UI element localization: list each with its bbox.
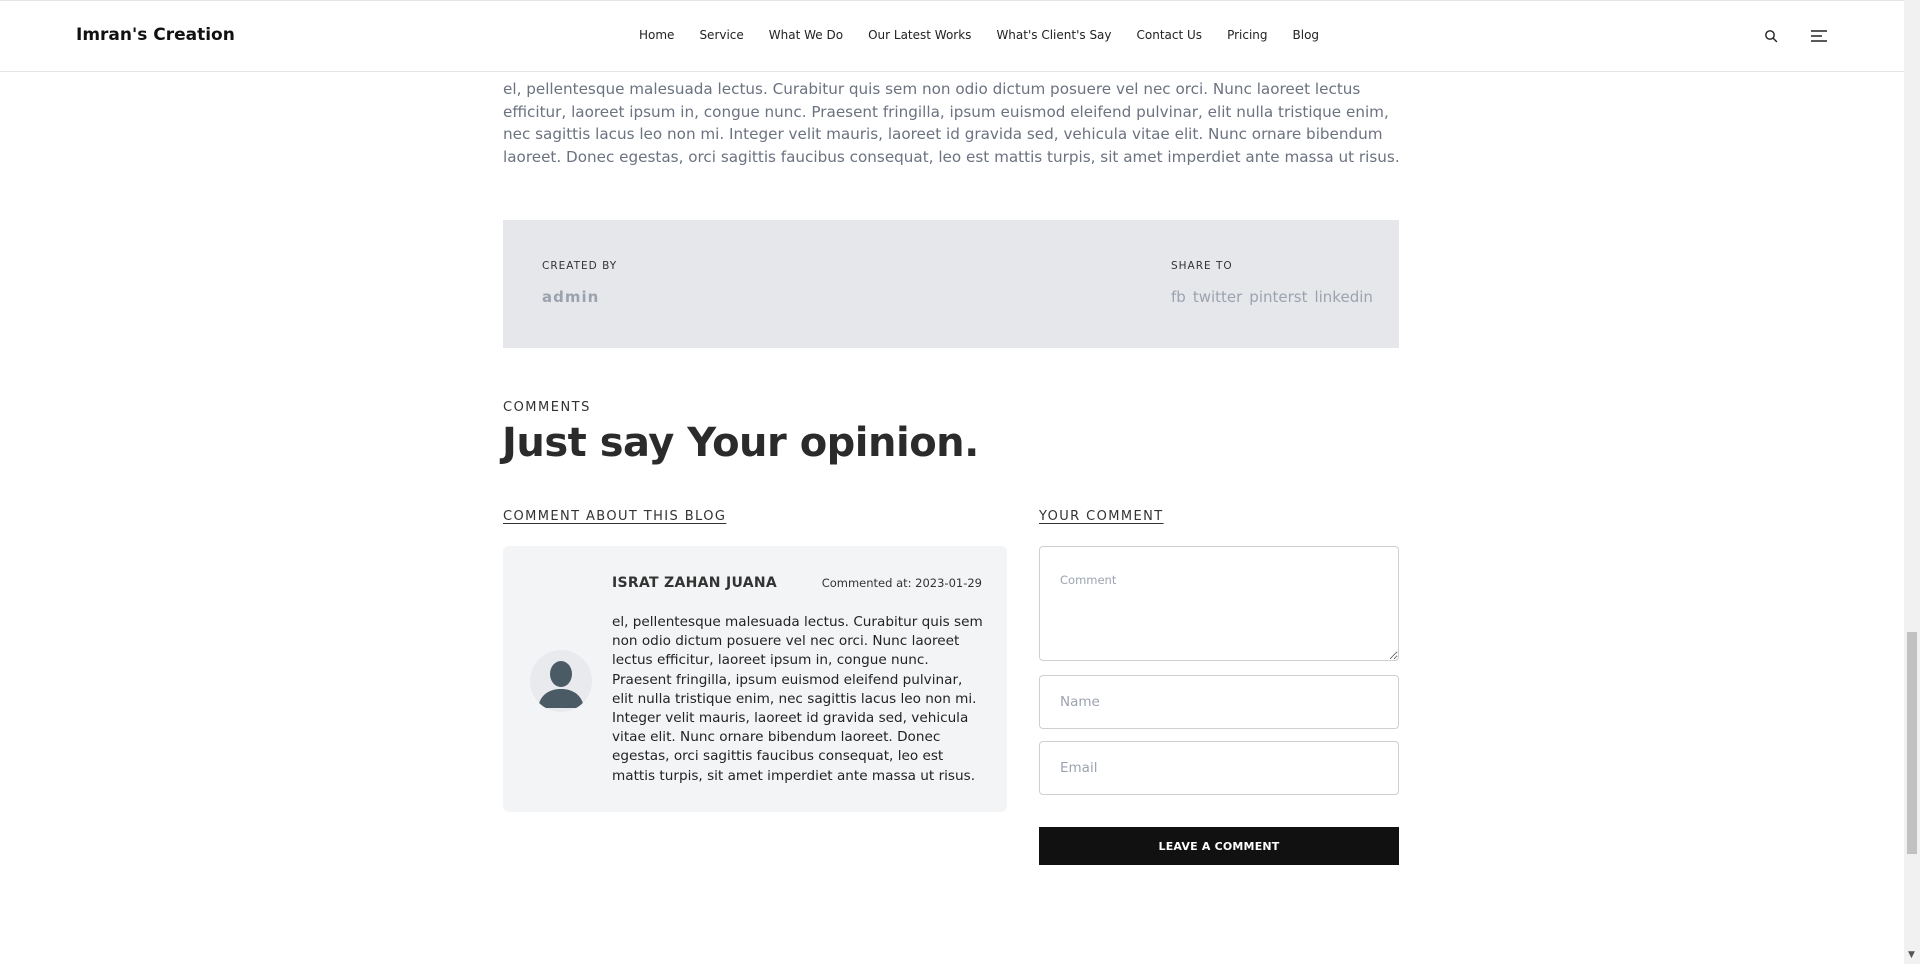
leave-comment-button[interactable]: LEAVE A COMMENT [1039,827,1399,865]
article-body-text: el, pellentesque malesuada lectus. Curab… [503,80,1400,166]
nav-pricing[interactable]: Pricing [1227,28,1267,42]
main-nav: Home Service What We Do Our Latest Works… [639,28,1344,42]
commenter-name: ISRAT ZAHAN JUANA [612,575,778,591]
nav-home[interactable]: Home [639,28,674,42]
share-twitter-link[interactable]: twitter [1193,288,1242,306]
scrollbar-thumb[interactable] [1907,632,1917,854]
comment-list-heading: COMMENT ABOUT THIS BLOG [503,509,727,524]
nav-what-we-do[interactable]: What We Do [769,28,843,42]
user-silhouette-icon [538,661,584,708]
email-field[interactable] [1039,741,1399,795]
share-to-label: SHARE TO [1171,260,1233,272]
comment-text: el, pellentesque malesuada lectus. Curab… [612,614,983,784]
page-scrollbar[interactable]: ▼ [1904,0,1920,964]
post-meta-box: CREATED BY admin SHARE TO fb twitter pin… [503,220,1399,348]
avatar [530,650,592,712]
site-header: Imran's Creation Home Service What We Do… [0,0,1904,72]
nav-service[interactable]: Service [699,28,743,42]
comments-title: Just say Your opinion. [502,420,979,466]
share-links: fb twitter pinterst linkedin [1171,288,1373,306]
nav-latest-works[interactable]: Our Latest Works [868,28,971,42]
scroll-down-arrow-icon[interactable]: ▼ [1908,950,1915,960]
nav-contact[interactable]: Contact Us [1137,28,1203,42]
site-logo[interactable]: Imran's Creation [76,25,235,45]
comment-form-heading: YOUR COMMENT [1039,509,1164,524]
share-fb-link[interactable]: fb [1171,288,1186,306]
comment-card: ISRAT ZAHAN JUANA Commented at: 2023-01-… [503,546,1007,812]
search-icon[interactable] [1762,27,1780,45]
name-field[interactable] [1039,675,1399,729]
share-linkedin-link[interactable]: linkedin [1314,288,1372,306]
nav-clients-say[interactable]: What's Client's Say [996,28,1111,42]
author-name[interactable]: admin [542,288,599,306]
share-pinterest-link[interactable]: pinterst [1249,288,1307,306]
menu-icon[interactable] [1810,27,1828,45]
comment-textarea[interactable] [1039,546,1399,661]
created-by-label: CREATED BY [542,260,618,272]
comment-date: Commented at: 2023-01-29 [821,576,982,590]
comments-kicker: COMMENTS [503,400,591,415]
nav-blog[interactable]: Blog [1293,28,1320,42]
